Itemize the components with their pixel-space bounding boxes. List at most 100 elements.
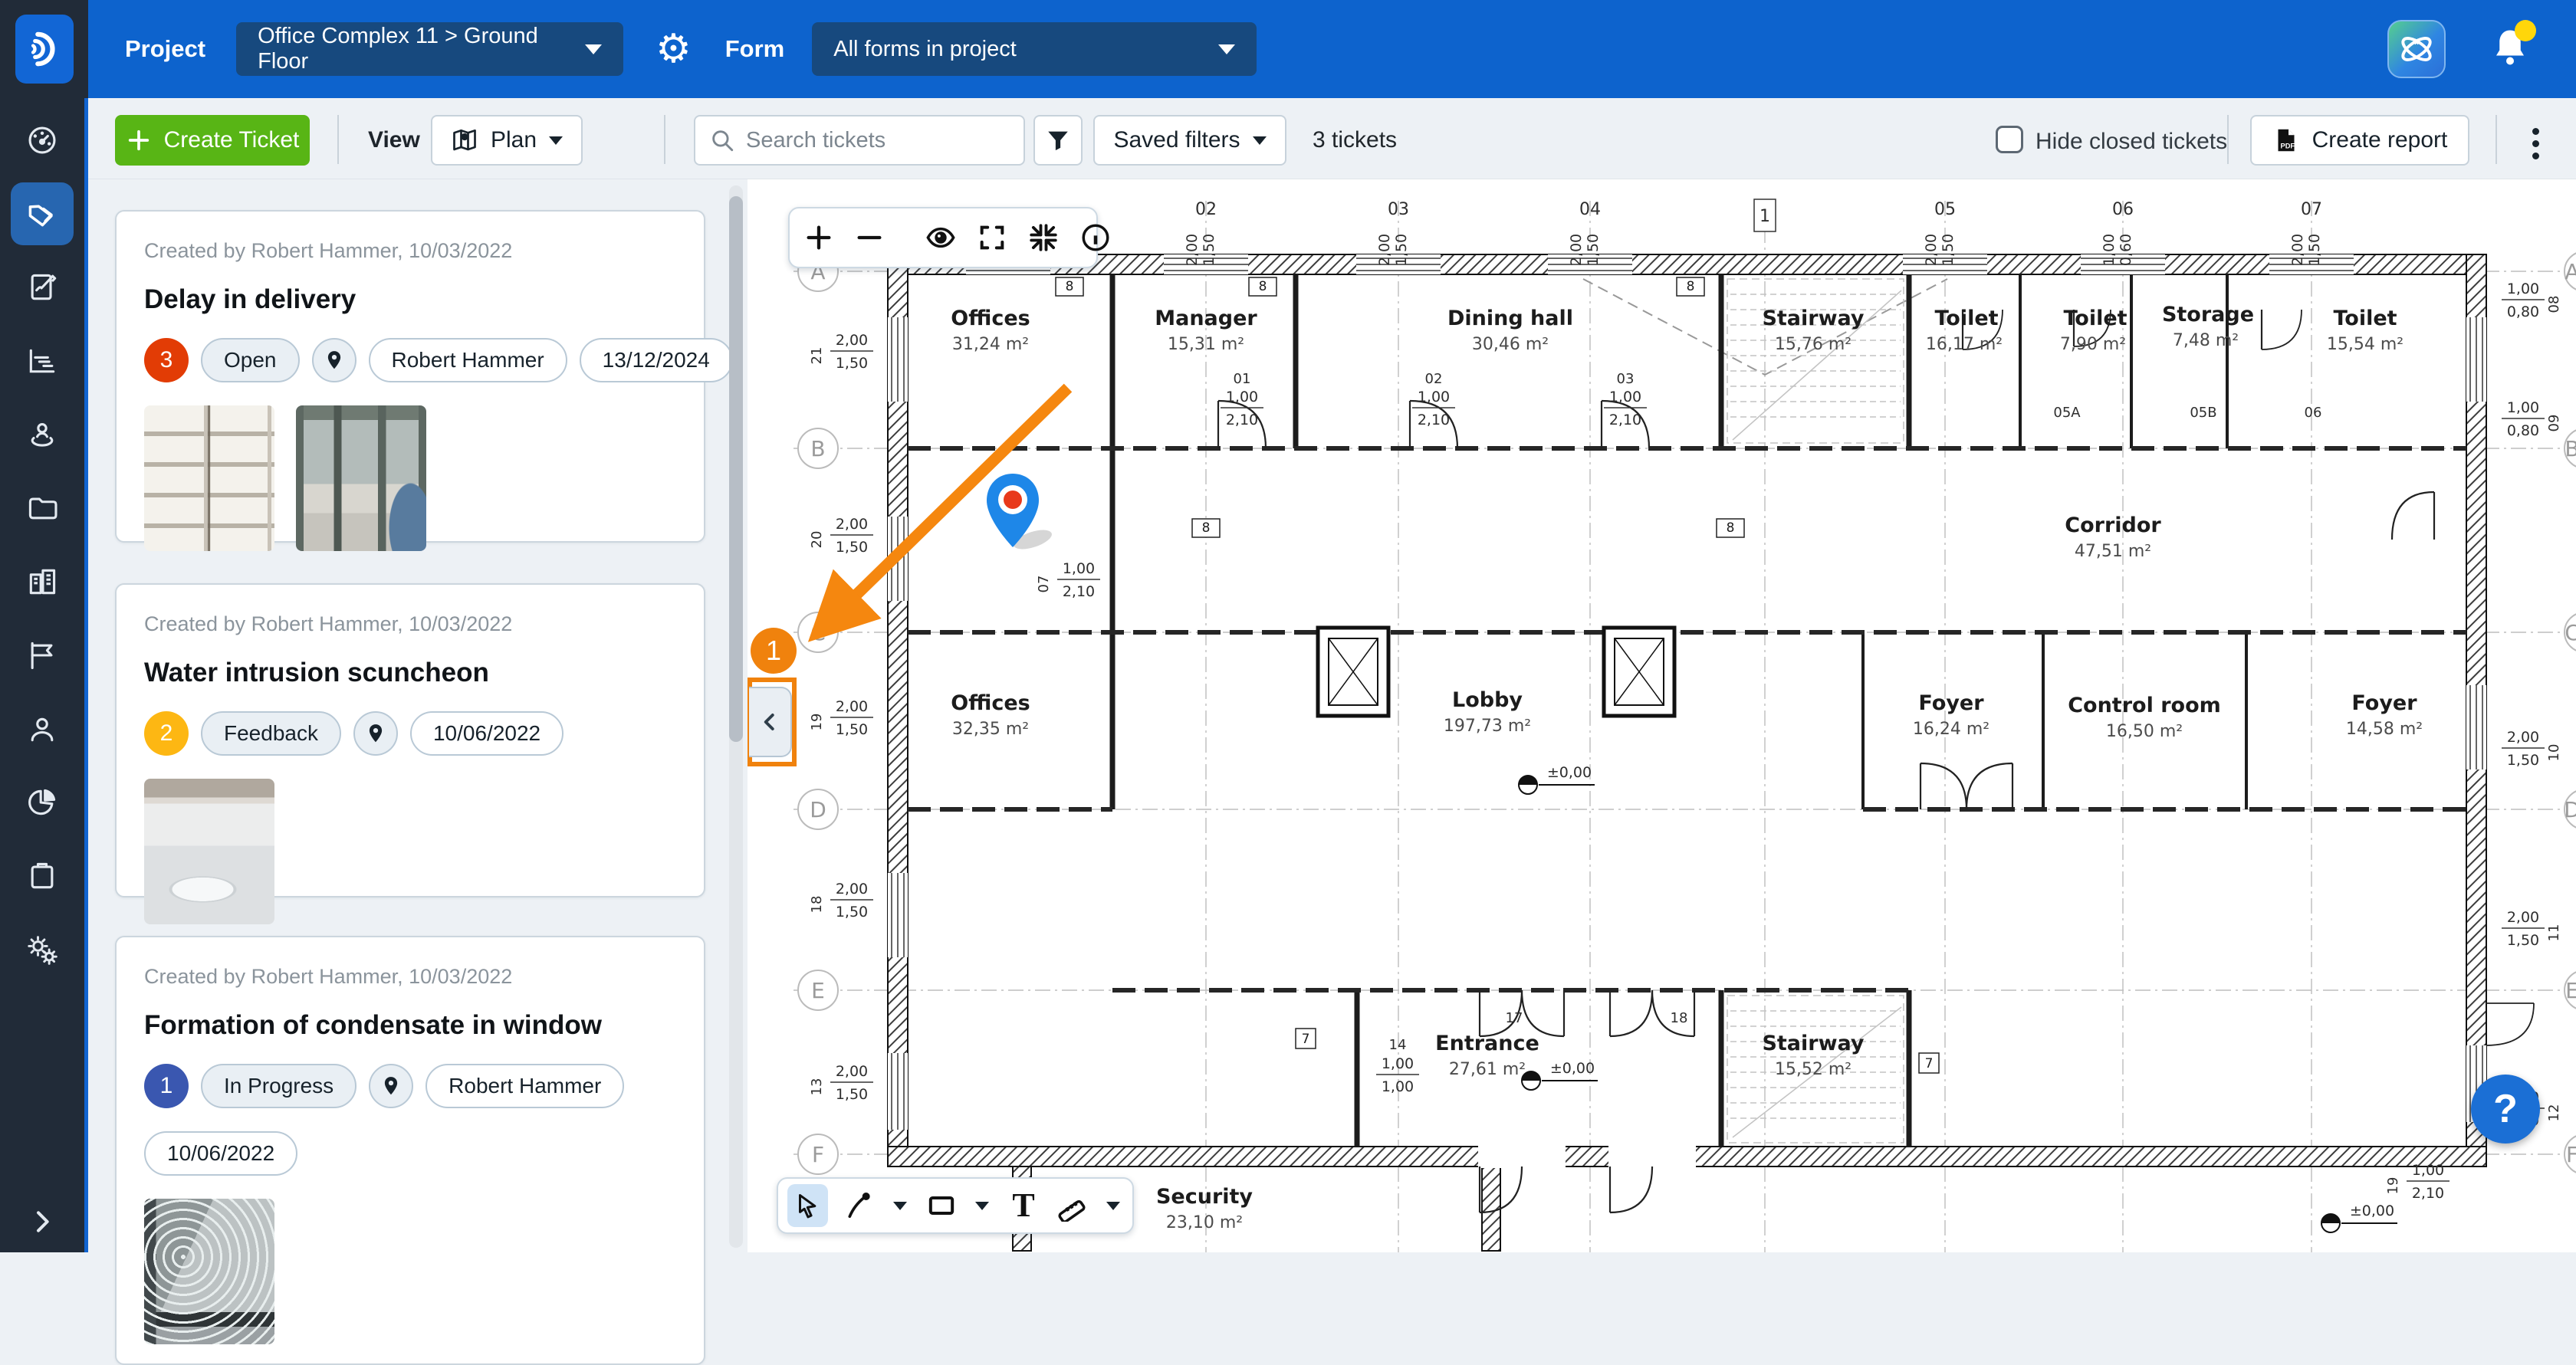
create-ticket-button[interactable]: Create Ticket: [115, 115, 310, 166]
grid-col-label: 05: [1934, 200, 1956, 219]
fullscreen-button[interactable]: [977, 219, 1007, 256]
text-tool-button[interactable]: T: [1006, 1187, 1040, 1224]
sidebar-item-contacts[interactable]: [11, 697, 74, 760]
svg-text:1,00: 1,00: [1226, 389, 1258, 405]
sidebar-item-tasks[interactable]: [11, 845, 74, 907]
plus-icon: [126, 127, 152, 153]
cursor-tool-button[interactable]: [787, 1184, 828, 1227]
visibility-eye-button[interactable]: [925, 219, 957, 256]
zoom-out-button[interactable]: [854, 219, 885, 256]
sidebar-collapse-button[interactable]: [0, 1206, 84, 1237]
project-selector[interactable]: Office Complex 11 > Ground Floor: [236, 22, 623, 76]
svg-text:1,00: 1,00: [2507, 281, 2539, 297]
apps-tile-icon[interactable]: [2387, 20, 2446, 78]
ticket-photo-condensation[interactable]: [144, 1199, 274, 1344]
sidebar-item-dashboard[interactable]: [11, 109, 74, 172]
scrollbar-thumb[interactable]: [729, 196, 743, 742]
tutorial-step-badge: 1: [751, 628, 797, 674]
sidebar-item-settings[interactable]: [11, 918, 74, 981]
grid-row-label: F: [812, 1142, 824, 1167]
sidebar-item-documents[interactable]: [11, 477, 74, 540]
map-pin-icon: [380, 1075, 402, 1098]
svg-text:1,50: 1,50: [1393, 234, 1410, 266]
map-pin-icon: [323, 349, 346, 372]
saved-filters-selector[interactable]: Saved filters: [1093, 115, 1286, 166]
form-label: Form: [725, 35, 785, 63]
location-pin-badge[interactable]: [353, 711, 398, 756]
grid-col-label: 02: [1195, 200, 1217, 219]
divider: [2227, 115, 2229, 164]
svg-text:Toilet: Toilet: [2333, 307, 2397, 330]
ticket-photo-cracked-brick[interactable]: [144, 405, 274, 551]
floor-plan-canvas[interactable]: A B C D E F A B C D E F 02 03 04 1 05 06…: [748, 179, 2576, 1252]
ticket-photo-office-window[interactable]: [296, 405, 426, 551]
notifications-bell-icon[interactable]: [2487, 25, 2533, 74]
svg-text:1,00: 1,00: [2507, 399, 2539, 416]
location-pin-badge[interactable]: [369, 1064, 413, 1108]
svg-text:2,00: 2,00: [836, 1063, 868, 1080]
svg-text:Dining hall: Dining hall: [1447, 307, 1573, 330]
form-selector[interactable]: All forms in project: [812, 22, 1257, 76]
zoom-in-button[interactable]: [803, 219, 834, 256]
svg-text:1,50: 1,50: [1940, 234, 1957, 266]
sidebar-item-tickets[interactable]: [11, 182, 74, 245]
fit-to-screen-button[interactable]: [1027, 219, 1060, 256]
svg-text:7,48 m²: 7,48 m²: [2173, 331, 2239, 350]
create-report-button[interactable]: PDF Create report: [2250, 115, 2469, 166]
pen-tool-dropdown[interactable]: [890, 1187, 910, 1224]
help-button[interactable]: ?: [2471, 1075, 2540, 1144]
list-scrollbar[interactable]: [729, 185, 743, 1248]
svg-text:PDF: PDF: [2280, 143, 2295, 150]
svg-text:1,50: 1,50: [1201, 234, 1217, 266]
svg-text:2,00: 2,00: [836, 332, 868, 349]
svg-text:Storage: Storage: [2162, 303, 2254, 326]
grid-row-label: B: [2564, 436, 2576, 461]
view-selector[interactable]: Plan: [431, 115, 583, 166]
gear-icon[interactable]: ⚙: [656, 29, 692, 69]
view-selector-value: Plan: [491, 127, 537, 153]
filter-button[interactable]: [1033, 115, 1083, 166]
top-bar: Project Office Complex 11 > Ground Floor…: [88, 0, 2576, 98]
sidebar-item-projects[interactable]: [11, 550, 74, 613]
ticket-card[interactable]: Created by Robert Hammer, 10/03/2022 For…: [115, 936, 705, 1365]
location-pin-badge[interactable]: [312, 338, 356, 382]
pen-tool-button[interactable]: [842, 1187, 876, 1224]
date-badge: 10/06/2022: [410, 711, 564, 756]
sidebar-item-flags[interactable]: [11, 624, 74, 687]
sidebar-item-site[interactable]: [11, 403, 74, 466]
svg-text:2,10: 2,10: [1609, 412, 1641, 428]
svg-text:30,46 m²: 30,46 m²: [1472, 335, 1549, 354]
search-input[interactable]: [746, 128, 999, 153]
search-icon: [709, 127, 735, 153]
shape-tool-dropdown[interactable]: [972, 1187, 992, 1224]
search-box[interactable]: [694, 115, 1025, 166]
svg-text:0,80: 0,80: [2507, 304, 2539, 320]
hide-closed-checkbox[interactable]: [1996, 126, 2023, 153]
measure-tool-dropdown[interactable]: [1103, 1187, 1123, 1224]
svg-text:15,54 m²: 15,54 m²: [2327, 335, 2404, 354]
ticket-card[interactable]: Created by Robert Hammer, 10/03/2022 Del…: [115, 210, 705, 543]
svg-text:Manager: Manager: [1155, 307, 1257, 330]
sidebar-item-statistics[interactable]: [11, 330, 74, 392]
info-button[interactable]: [1079, 219, 1112, 256]
svg-text:1,00: 1,00: [1063, 560, 1095, 577]
plan-tag: [1056, 277, 1939, 1073]
sidebar-item-reports[interactable]: [11, 771, 74, 834]
grid-row-label: D: [810, 797, 826, 822]
svg-text:2,00: 2,00: [836, 516, 868, 533]
svg-text:01: 01: [1234, 371, 1251, 387]
ticket-photo-water-sill[interactable]: [144, 779, 274, 924]
measure-tool-button[interactable]: [1055, 1187, 1089, 1224]
svg-text:1,50: 1,50: [836, 355, 868, 372]
svg-text:7: 7: [1302, 1032, 1310, 1047]
ticket-card[interactable]: Created by Robert Hammer, 10/03/2022 Wat…: [115, 583, 705, 897]
panel-collapse-button[interactable]: [749, 687, 792, 757]
planradar-logo[interactable]: [15, 15, 74, 84]
more-options-button[interactable]: [2532, 123, 2540, 165]
shape-tool-button[interactable]: [924, 1187, 958, 1224]
svg-text:06: 06: [2305, 405, 2322, 421]
app-logo-corner: [0, 0, 88, 98]
sidebar-nav: [0, 98, 88, 1252]
svg-text:1,00: 1,00: [1382, 1078, 1414, 1095]
sidebar-item-forms[interactable]: [11, 256, 74, 319]
